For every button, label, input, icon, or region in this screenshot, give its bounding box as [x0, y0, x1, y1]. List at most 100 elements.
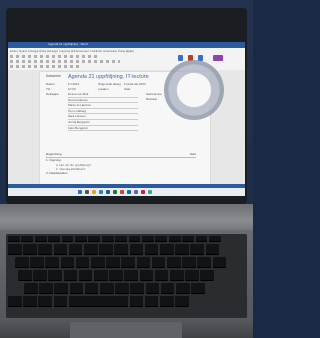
ribbon-tool-row[interactable]	[10, 55, 100, 58]
keyboard-key[interactable]	[160, 244, 174, 255]
keyboard-key[interactable]	[175, 244, 189, 255]
teams-icon[interactable]	[134, 190, 138, 194]
ribbon-tabs[interactable]: Arkiv Start Infoga Rita Design Layout Re…	[10, 49, 134, 53]
keyboard-key[interactable]	[128, 236, 141, 242]
ribbon-tool-row[interactable]	[10, 65, 80, 68]
keyboard-key[interactable]	[167, 257, 181, 268]
keyboard-key[interactable]	[24, 283, 38, 294]
keyboard-key[interactable]	[212, 257, 227, 268]
keyboard-key[interactable]	[168, 236, 181, 242]
keyboard-key[interactable]	[8, 236, 20, 242]
keyboard-key[interactable]	[197, 257, 211, 268]
keyboard-key[interactable]	[45, 257, 59, 268]
trackpad[interactable]	[70, 322, 182, 338]
keyboard-key[interactable]	[60, 257, 75, 268]
keyboard-key[interactable]	[69, 283, 84, 294]
keyboard-key[interactable]	[99, 244, 113, 255]
keyboard-key[interactable]	[8, 244, 22, 255]
keyboard-key[interactable]	[21, 236, 34, 242]
keyboard-key[interactable]	[8, 296, 22, 307]
start-icon[interactable]	[78, 190, 82, 194]
keyboard-key[interactable]	[144, 244, 159, 255]
list-item: Felix Bergqvist	[68, 126, 138, 132]
keyboard-key[interactable]	[154, 270, 169, 281]
app-icon[interactable]	[148, 190, 152, 194]
keyboard-key[interactable]	[109, 270, 123, 281]
ribbon-tool-row[interactable]	[10, 60, 120, 63]
keyboard-key[interactable]	[100, 283, 114, 294]
keyboard-key[interactable]	[114, 244, 128, 255]
keyboard-key[interactable]	[209, 236, 221, 242]
keyboard-key[interactable]	[84, 244, 98, 255]
keyboard-key[interactable]	[200, 270, 214, 281]
keyboard-key[interactable]	[88, 236, 101, 242]
keyboard-key[interactable]	[30, 257, 44, 268]
keyboard-key[interactable]	[54, 283, 68, 294]
keyboard-key[interactable]	[75, 257, 90, 268]
keyboard-key[interactable]	[38, 296, 52, 307]
outlook-icon[interactable]	[127, 190, 131, 194]
keyboard-key[interactable]	[68, 244, 83, 255]
keyboard-key[interactable]	[139, 270, 154, 281]
keyboard-key[interactable]	[142, 236, 154, 242]
keyboard-key[interactable]	[106, 257, 120, 268]
keyboard-key[interactable]	[191, 283, 205, 294]
keyboard-key[interactable]	[121, 257, 135, 268]
ribbon-icon[interactable]	[213, 55, 223, 61]
keyboard-key[interactable]	[78, 270, 93, 281]
keyboard-key[interactable]	[63, 270, 78, 281]
document-page[interactable]: Dokument Agenda 21 uppföljning, IT-lectu…	[40, 60, 224, 190]
search-icon[interactable]	[85, 190, 89, 194]
keyboard-key[interactable]	[18, 270, 32, 281]
keyboard-key[interactable]	[84, 283, 99, 294]
keyboard-key[interactable]	[129, 296, 144, 307]
keyboard-key[interactable]	[124, 270, 138, 281]
keyboard-key[interactable]	[160, 296, 174, 307]
keyboard-key[interactable]	[205, 244, 220, 255]
keyboard-key[interactable]	[182, 257, 196, 268]
keyboard-key[interactable]	[34, 236, 47, 242]
keyboard-key[interactable]	[53, 244, 68, 255]
keyboard-key[interactable]	[175, 296, 189, 307]
keyboard-key[interactable]	[75, 236, 87, 242]
keyboard-key[interactable]	[190, 244, 204, 255]
keyboard-key[interactable]	[144, 296, 159, 307]
keyboard-key[interactable]	[39, 283, 53, 294]
keyboard-key[interactable]	[185, 270, 199, 281]
keyboard-key[interactable]	[182, 236, 194, 242]
keyboard-key[interactable]	[94, 270, 108, 281]
keyboard-key[interactable]	[115, 236, 127, 242]
keyboard-key[interactable]	[115, 283, 129, 294]
keyboard-key[interactable]	[155, 236, 168, 242]
keyboard-key[interactable]	[48, 236, 60, 242]
keyboard-key[interactable]	[53, 296, 68, 307]
keyboard-key[interactable]	[170, 270, 184, 281]
excel-icon[interactable]	[113, 190, 117, 194]
keyboard-key[interactable]	[68, 296, 128, 307]
keyboard-key[interactable]	[23, 244, 37, 255]
keyboard-key[interactable]	[176, 283, 190, 294]
keyboard-key[interactable]	[91, 257, 105, 268]
ribbon-icon[interactable]	[178, 55, 183, 61]
app-icon[interactable]	[141, 190, 145, 194]
meta-value: Fri 2023	[68, 82, 80, 86]
keyboard-key[interactable]	[130, 283, 144, 294]
keyboard-key[interactable]	[160, 283, 175, 294]
keyboard-key[interactable]	[195, 236, 208, 242]
keyboard-key[interactable]	[48, 270, 62, 281]
keyboard-key[interactable]	[33, 270, 47, 281]
keyboard-key[interactable]	[38, 244, 52, 255]
word-icon[interactable]	[106, 190, 110, 194]
keyboard-key[interactable]	[151, 257, 166, 268]
keyboard-key[interactable]	[136, 257, 151, 268]
keyboard-key[interactable]	[101, 236, 114, 242]
powerpoint-icon[interactable]	[120, 190, 124, 194]
meta-table: Datum Fri 2023 Diagnostik dialog Frontal…	[46, 82, 146, 92]
keyboard-key[interactable]	[145, 283, 160, 294]
keyboard-key[interactable]	[15, 257, 29, 268]
keyboard-key[interactable]	[23, 296, 37, 307]
keyboard-key[interactable]	[129, 244, 144, 255]
folder-icon[interactable]	[92, 190, 96, 194]
keyboard-key[interactable]	[61, 236, 74, 242]
browser-icon[interactable]	[99, 190, 103, 194]
